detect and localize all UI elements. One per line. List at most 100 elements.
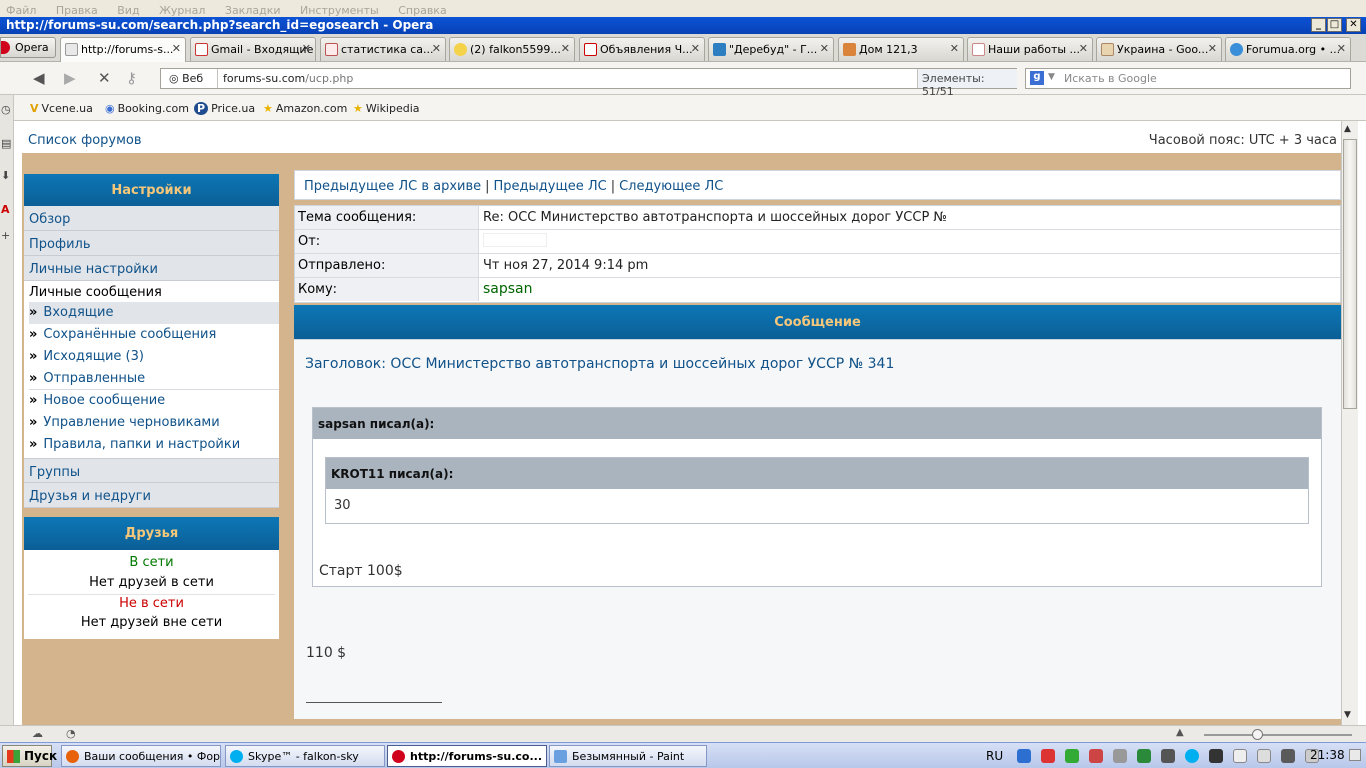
- pm-compose[interactable]: » Новое сообщение: [29, 390, 279, 412]
- prev-pm-link[interactable]: Предыдущее ЛС: [494, 179, 607, 194]
- nav-friends-foes[interactable]: Друзья и недруги: [24, 483, 279, 508]
- bookmark-vcene[interactable]: V Vcene.ua: [30, 102, 93, 115]
- sender-redacted[interactable]: [483, 233, 547, 247]
- clock[interactable]: 21:38: [1310, 748, 1345, 762]
- url-text[interactable]: forums-su.com/ucp.php: [223, 72, 353, 85]
- key-icon[interactable]: ⚷: [126, 69, 137, 87]
- tab-close-icon[interactable]: ✕: [302, 42, 311, 55]
- opera-menu-button[interactable]: Opera: [0, 37, 56, 58]
- pm-saved[interactable]: » Сохранённые сообщения: [29, 324, 279, 346]
- menu-file[interactable]: Файл: [6, 4, 36, 17]
- bookmark-amazon[interactable]: ★ Amazon.com: [263, 102, 347, 115]
- bookmark-price[interactable]: P Price.ua: [194, 102, 255, 115]
- antivirus-icon[interactable]: [1041, 749, 1055, 763]
- adblock-icon[interactable]: A: [1, 203, 10, 216]
- bookmark-wikipedia[interactable]: ★ Wikipedia: [353, 102, 420, 115]
- zoom-slider[interactable]: [1204, 729, 1352, 740]
- cd-icon[interactable]: [1233, 749, 1247, 763]
- tab-ads[interactable]: Объявления Ч... ✕: [579, 37, 705, 61]
- volume-icon[interactable]: [1113, 749, 1127, 763]
- alert-icon[interactable]: [1089, 749, 1103, 763]
- scroll-up-icon[interactable]: ▲: [1344, 124, 1351, 134]
- chevron-down-icon[interactable]: ▼: [1048, 72, 1055, 82]
- tab-house[interactable]: Дом 121,3 ✕: [838, 37, 964, 61]
- menu-tools[interactable]: Инструменты: [300, 4, 379, 17]
- utorrent-icon[interactable]: [1137, 749, 1151, 763]
- tab-derebud[interactable]: "Деребуд" - Г... ✕: [708, 37, 834, 61]
- prev-archive-link[interactable]: Предыдущее ЛС в архиве: [304, 179, 481, 194]
- taskbar-item-skype[interactable]: Skype™ - falkon-sky: [225, 745, 385, 767]
- add-panel-icon[interactable]: +: [1, 229, 10, 242]
- forum-index-link[interactable]: Список форумов: [28, 133, 142, 148]
- menu-edit[interactable]: Правка: [56, 4, 98, 17]
- maximize-icon[interactable]: □: [1327, 18, 1342, 32]
- monitor-icon[interactable]: [1281, 749, 1295, 763]
- start-button[interactable]: Пуск: [2, 745, 57, 767]
- close-icon[interactable]: ✕: [1346, 18, 1361, 32]
- menu-history[interactable]: Журнал: [159, 4, 205, 17]
- nav-overview[interactable]: Обзор: [24, 206, 279, 231]
- vertical-scrollbar[interactable]: ▲ ▼: [1341, 121, 1358, 725]
- history-icon[interactable]: ◷: [1, 103, 11, 116]
- pm-outbox[interactable]: » Исходящие (3): [29, 346, 279, 368]
- language-indicator[interactable]: RU: [986, 749, 1003, 763]
- taskbar-item-opera[interactable]: http://forums-su.co...: [387, 745, 547, 767]
- downloads-icon[interactable]: ⬇: [1, 169, 10, 182]
- menu-view[interactable]: Вид: [117, 4, 139, 17]
- tools-icon[interactable]: [1209, 749, 1223, 763]
- tab-close-icon[interactable]: ✕: [1208, 42, 1217, 55]
- pm-drafts[interactable]: » Управление черновиками: [29, 412, 279, 434]
- tab-close-icon[interactable]: ✕: [432, 42, 441, 55]
- notes-icon[interactable]: ▤: [1, 137, 11, 150]
- stop-icon[interactable]: ✕: [98, 69, 111, 87]
- tab-close-icon[interactable]: ✕: [950, 42, 959, 55]
- address-bar[interactable]: ◎ Веб forums-su.com/ucp.php Элементы: 51…: [160, 68, 1017, 98]
- nav-groups[interactable]: Группы: [24, 458, 279, 483]
- nav-preferences[interactable]: Личные настройки: [24, 256, 279, 281]
- cloud-icon[interactable]: ☁: [32, 727, 43, 740]
- tab-close-icon[interactable]: ✕: [691, 42, 700, 55]
- update-icon[interactable]: [1065, 749, 1079, 763]
- search-input[interactable]: g ▼ Искать в Google: [1025, 68, 1351, 89]
- network-icon[interactable]: [1017, 749, 1031, 763]
- zoom-slider-knob[interactable]: [1252, 729, 1263, 740]
- tab-ukraine[interactable]: Украина - Goo... ✕: [1096, 37, 1222, 61]
- device-icon[interactable]: [1161, 749, 1175, 763]
- taskbar-item-forum[interactable]: Ваши сообщения • Фор...: [61, 745, 221, 767]
- tab-forums[interactable]: http://forums-s... ✕: [60, 37, 186, 63]
- minimize-icon[interactable]: _: [1311, 18, 1326, 32]
- speed-dial-icon[interactable]: ◔: [66, 727, 76, 740]
- google-icon[interactable]: g: [1030, 71, 1044, 85]
- skype-tray-icon[interactable]: [1185, 749, 1199, 763]
- recipient-link[interactable]: sapsan: [483, 281, 533, 297]
- tab-works[interactable]: Наши работы ... ✕: [967, 37, 1093, 61]
- web-badge[interactable]: ◎ Веб: [169, 72, 203, 85]
- reply-text: 110 $: [306, 645, 347, 661]
- next-pm-link[interactable]: Следующее ЛС: [619, 179, 723, 194]
- tab-close-icon[interactable]: ✕: [1079, 42, 1088, 55]
- back-icon[interactable]: ◀: [33, 69, 45, 87]
- menu-help[interactable]: Справка: [398, 4, 446, 17]
- tab-close-icon[interactable]: ✕: [561, 42, 570, 55]
- tab-close-icon[interactable]: ✕: [172, 42, 181, 55]
- zoom-icon[interactable]: ▲: [1176, 727, 1184, 738]
- tab-forumua[interactable]: Forumua.org • ... ✕: [1225, 37, 1351, 61]
- tab-stats[interactable]: статистика са... ✕: [320, 37, 446, 61]
- menu-bookmarks[interactable]: Закладки: [225, 4, 281, 17]
- scroll-thumb[interactable]: [1343, 139, 1357, 409]
- nav-profile[interactable]: Профиль: [24, 231, 279, 256]
- safely-remove-icon[interactable]: [1257, 749, 1271, 763]
- show-desktop-icon[interactable]: [1349, 749, 1361, 761]
- bookmark-booking[interactable]: ◉ Booking.com: [105, 102, 189, 115]
- tab-close-icon[interactable]: ✕: [820, 42, 829, 55]
- side-panel-strip: ◷ ▤ ⬇ A +: [0, 95, 14, 735]
- pm-options[interactable]: » Правила, папки и настройки: [29, 434, 279, 456]
- tab-gmail[interactable]: Gmail - Входящие ✕: [190, 37, 316, 61]
- tab-falkon[interactable]: (2) falkon5599... ✕: [449, 37, 575, 61]
- forward-icon[interactable]: ▶: [64, 69, 76, 87]
- scroll-down-icon[interactable]: ▼: [1344, 710, 1351, 720]
- tab-close-icon[interactable]: ✕: [1337, 42, 1346, 55]
- pm-inbox[interactable]: » Входящие: [29, 302, 279, 324]
- pm-sent[interactable]: » Отправленные: [29, 368, 279, 390]
- taskbar-item-paint[interactable]: Безымянный - Paint: [549, 745, 707, 767]
